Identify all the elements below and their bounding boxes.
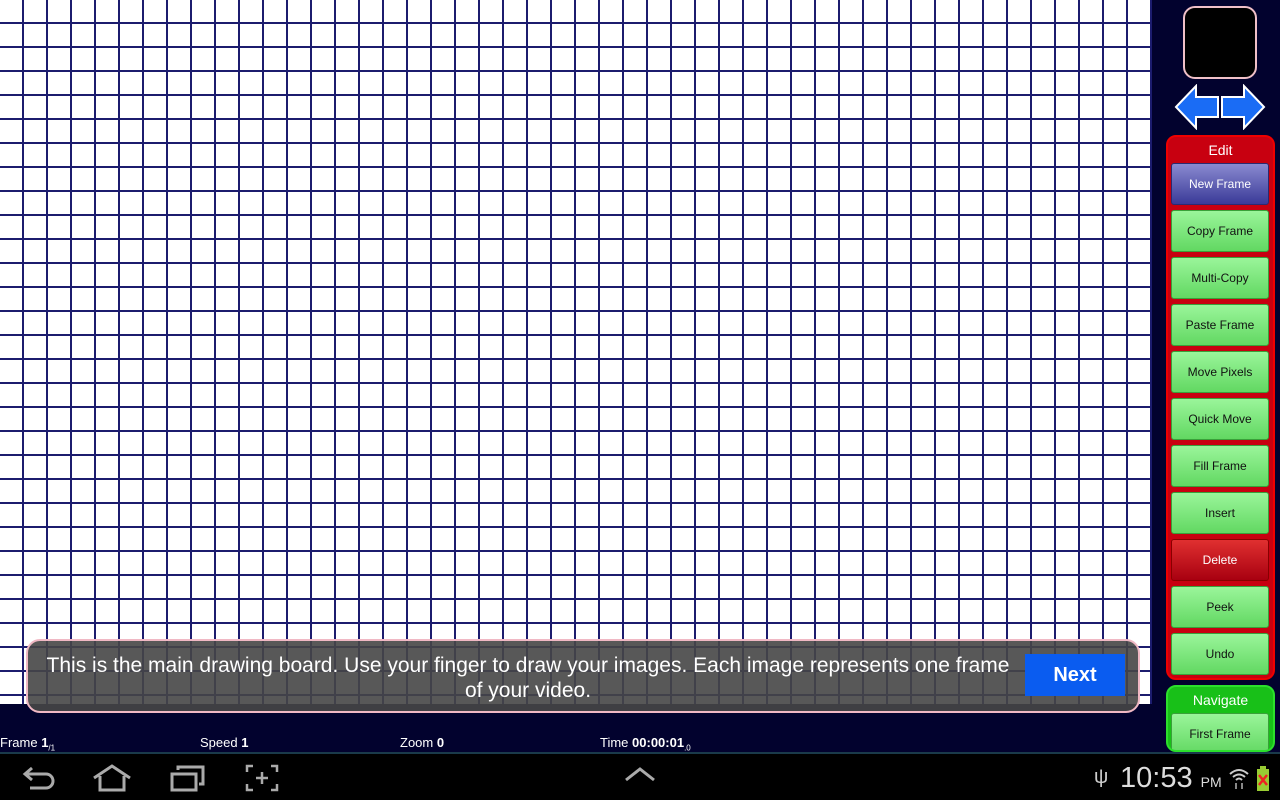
speed-status: Speed 1 [200, 735, 248, 750]
status-bar: Frame 1/1 Speed 1 Zoom 0 Time 00:00:01.0 [0, 734, 1160, 753]
usb-icon: ψ [1094, 766, 1109, 788]
paste-frame-button[interactable]: Paste Frame [1171, 304, 1269, 346]
fill-frame-button[interactable]: Fill Frame [1171, 445, 1269, 487]
clock-time: 10:53 [1120, 762, 1193, 794]
system-bar: ψ 10:53 PM [0, 752, 1280, 800]
time-label: Time [600, 735, 629, 750]
up-chevron-icon[interactable] [624, 764, 656, 784]
zoom-label: Zoom [400, 735, 434, 750]
battery-icon [1257, 766, 1269, 791]
speed-value: 1 [241, 735, 249, 750]
multi-copy-button[interactable]: Multi-Copy [1171, 257, 1269, 299]
back-icon[interactable] [22, 764, 56, 792]
next-button[interactable]: Next [1025, 654, 1125, 696]
edit-title: Edit [1208, 142, 1233, 158]
move-pixels-button[interactable]: Move Pixels [1171, 351, 1269, 393]
previous-frame-arrow-icon[interactable] [1174, 84, 1219, 130]
navigate-title: Navigate [1192, 692, 1249, 708]
frame-label: Frame [0, 735, 38, 750]
insert-button[interactable]: Insert [1171, 492, 1269, 534]
drawing-board[interactable] [0, 0, 1152, 704]
tutorial-tooltip: This is the main drawing board. Use your… [26, 639, 1140, 713]
clock-ampm: PM [1200, 774, 1222, 790]
new-frame-button[interactable]: New Frame [1171, 163, 1269, 205]
speed-label: Speed [200, 735, 238, 750]
zoom-value: 0 [436, 735, 445, 750]
wifi-icon [1229, 769, 1249, 789]
time-value: 00:00:01 [632, 735, 685, 750]
zoom-status: Zoom 0 [400, 735, 444, 750]
home-icon[interactable] [92, 764, 132, 792]
screenshot-icon[interactable] [245, 764, 279, 792]
frame-preview[interactable] [1183, 6, 1257, 79]
tooltip-text: This is the main drawing board. Use your… [46, 654, 1010, 702]
recent-apps-icon[interactable] [170, 764, 206, 792]
delete-button[interactable]: Delete [1171, 539, 1269, 581]
navigate-panel: Navigate First Frame [1166, 685, 1275, 752]
first-frame-button[interactable]: First Frame [1171, 713, 1269, 750]
frame-status: Frame 1/1 [0, 735, 55, 753]
time-status: Time 00:00:01.0 [600, 735, 691, 753]
next-frame-arrow-icon[interactable] [1221, 84, 1266, 130]
edit-panel: Edit New Frame Copy Frame Multi-Copy Paste … [1166, 135, 1275, 680]
peek-button[interactable]: Peek [1171, 586, 1269, 628]
copy-frame-button[interactable]: Copy Frame [1171, 210, 1269, 252]
clock: 10:53 PM [1120, 762, 1222, 795]
frame-arrows [1174, 84, 1266, 130]
quick-move-button[interactable]: Quick Move [1171, 398, 1269, 440]
undo-button[interactable]: Undo [1171, 633, 1269, 675]
